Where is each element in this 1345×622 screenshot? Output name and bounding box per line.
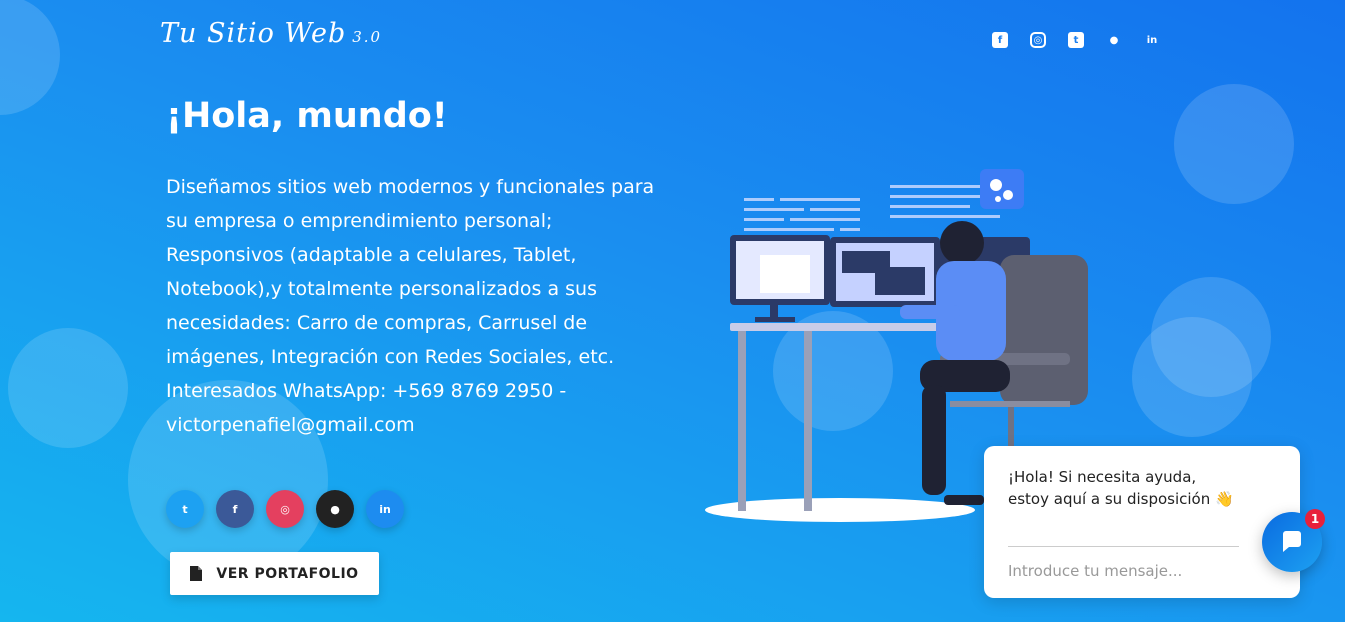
facebook-icon[interactable]: f: [992, 32, 1008, 48]
portfolio-button-label: VER PORTAFOLIO: [216, 565, 359, 582]
notification-badge: 1: [1305, 509, 1325, 529]
header-social-links: f ◎ t ● in: [992, 32, 1160, 48]
bg-bubble: [0, 0, 60, 115]
chat-message: ¡Hola! Si necesita ayuda, estoy aquí a s…: [1008, 468, 1234, 508]
chat-icon: [1283, 531, 1301, 552]
file-icon: [190, 566, 203, 581]
bg-bubble: [1174, 84, 1294, 204]
chat-divider: [1008, 546, 1239, 547]
linkedin-icon[interactable]: in: [1144, 32, 1160, 48]
linkedin-button[interactable]: in: [366, 490, 404, 528]
portfolio-button[interactable]: VER PORTAFOLIO: [170, 552, 379, 595]
twitter-button[interactable]: t: [166, 490, 204, 528]
bg-bubble: [1132, 317, 1252, 437]
chat-popup: ¡Hola! Si necesita ayuda, estoy aquí a s…: [984, 446, 1300, 598]
twitter-icon[interactable]: t: [1068, 32, 1084, 48]
hero-description: Diseñamos sitios web modernos y funciona…: [166, 176, 655, 436]
site-logo[interactable]: Tu Sitio Web 3.0: [160, 18, 382, 49]
facebook-button[interactable]: f: [216, 490, 254, 528]
github-icon[interactable]: ●: [1106, 32, 1122, 48]
bg-bubble: [8, 328, 128, 448]
github-button[interactable]: ●: [316, 490, 354, 528]
instagram-button[interactable]: ◎: [266, 490, 304, 528]
instagram-icon[interactable]: ◎: [1030, 32, 1046, 48]
social-buttons: t f ◎ ● in: [166, 490, 404, 528]
chat-input[interactable]: Introduce tu mensaje...: [1008, 562, 1182, 580]
hero-title: ¡Hola, mundo!: [166, 96, 448, 136]
